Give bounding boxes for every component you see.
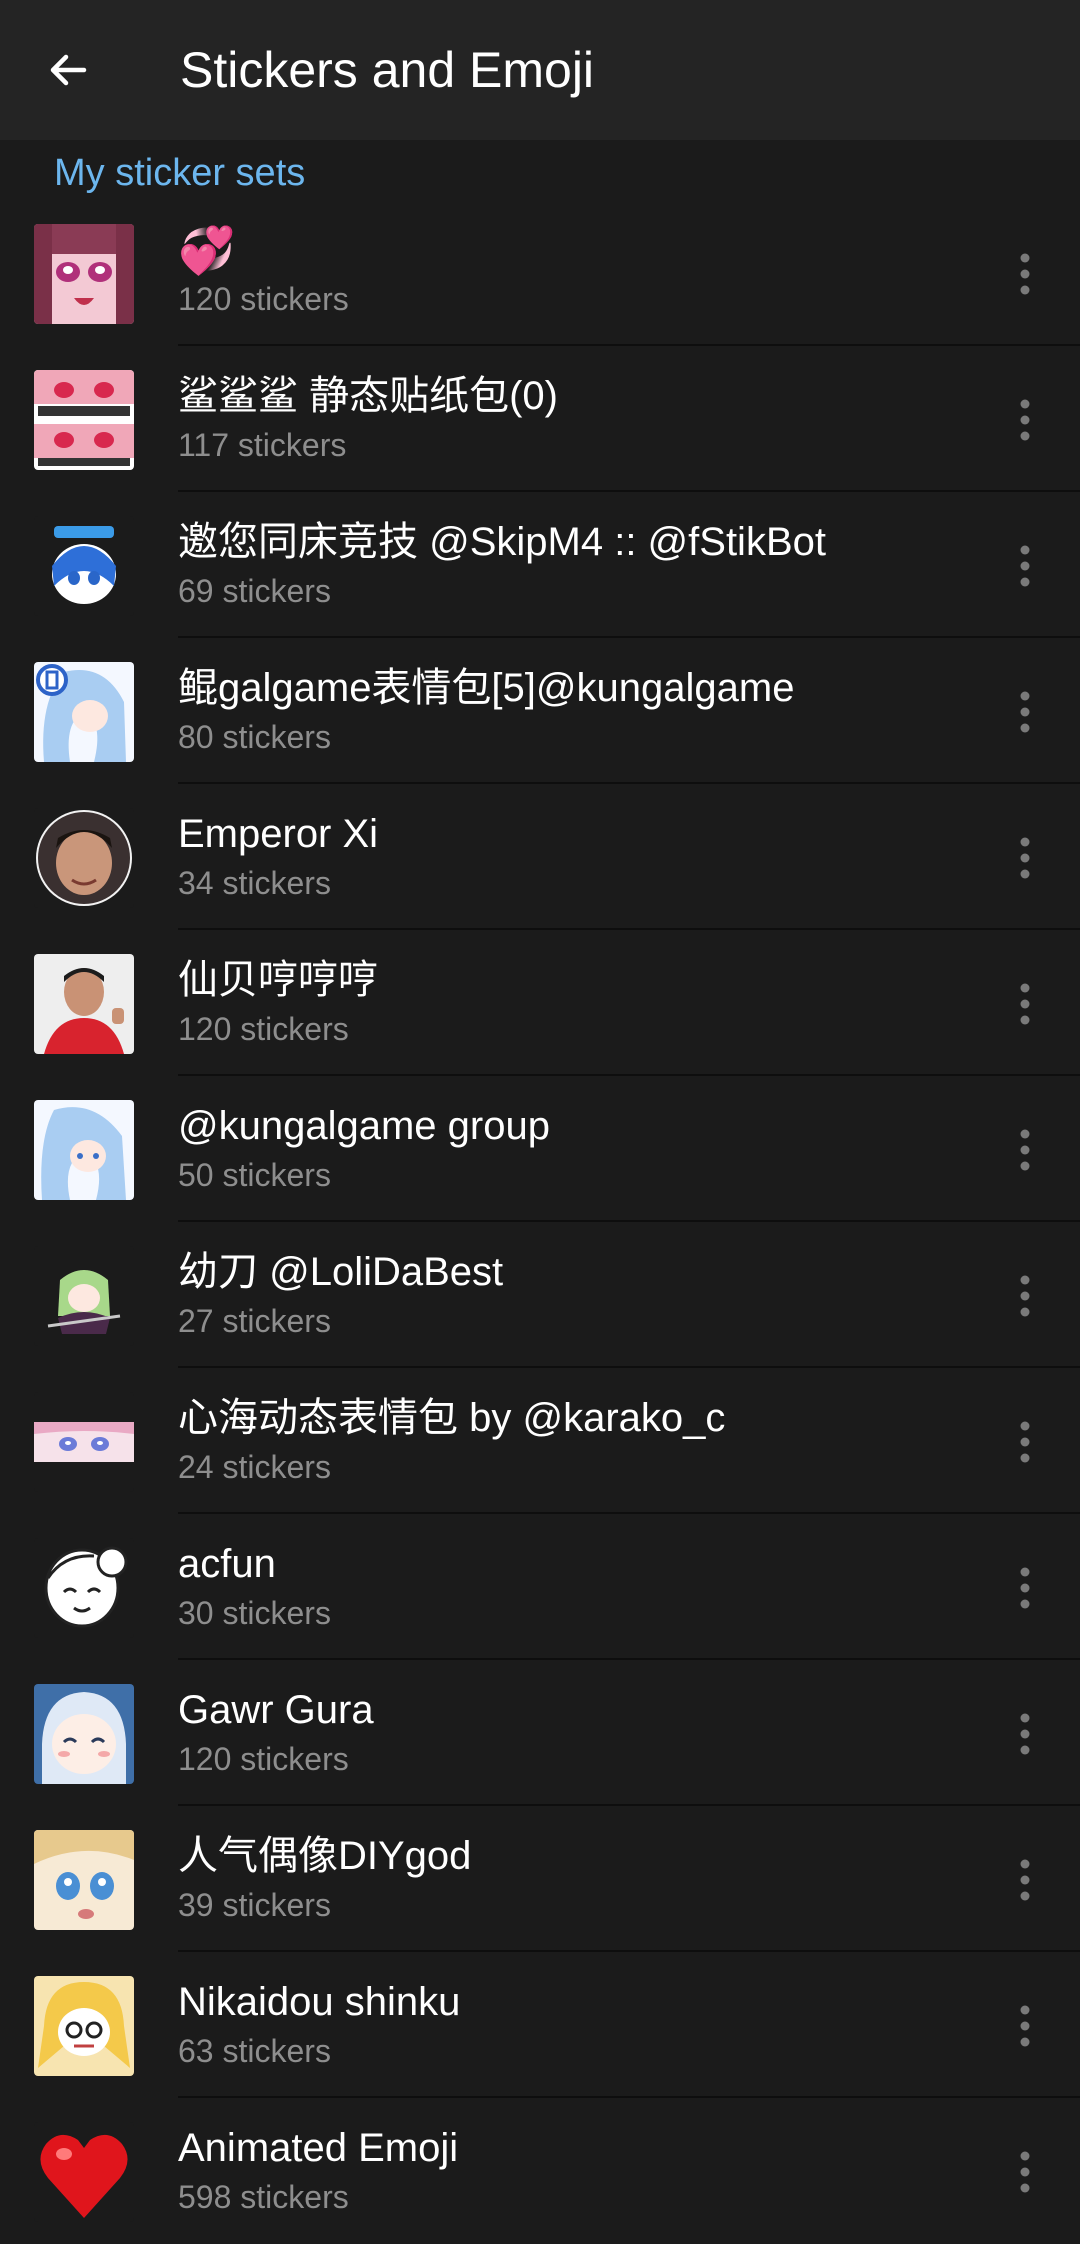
sticker-set-count: 50 stickers: [178, 1157, 331, 1193]
sticker-set-count: 39 stickers: [178, 1887, 331, 1923]
sticker-set-count: 69 stickers: [178, 573, 331, 609]
more-vertical-icon: [1020, 837, 1030, 879]
more-vertical-icon: [1020, 253, 1030, 295]
sticker-set-name: acfun: [178, 1542, 276, 1586]
more-options-button[interactable]: [990, 1256, 1060, 1336]
more-vertical-icon: [1020, 691, 1030, 733]
sticker-set-thumbnail: [34, 1538, 134, 1638]
sticker-set-name: 仙贝哼哼哼: [178, 958, 378, 1002]
sticker-set-name: Emperor Xi: [178, 812, 379, 856]
sticker-set-count: 27 stickers: [178, 1303, 331, 1339]
sticker-set-name: @kungalgame group: [178, 1104, 550, 1148]
sticker-set-thumbnail: [34, 1830, 134, 1930]
sticker-set-thumbnail: [34, 2122, 134, 2222]
sticker-set-row[interactable]: Nikaidou shinku 63 stickers: [0, 1952, 1080, 2098]
more-options-button[interactable]: [990, 1840, 1060, 1920]
more-options-button[interactable]: [990, 526, 1060, 606]
sticker-set-row[interactable]: 幼刀 @LoliDaBest 27 stickers: [0, 1222, 1080, 1368]
sticker-set-thumbnail: [34, 516, 134, 616]
sticker-set-row[interactable]: Animated Emoji 598 stickers: [0, 2098, 1080, 2244]
more-vertical-icon: [1020, 1275, 1030, 1317]
sticker-set-row[interactable]: @kungalgame group 50 stickers: [0, 1076, 1080, 1222]
arrow-left-icon: [50, 54, 87, 86]
more-vertical-icon: [1020, 1859, 1030, 1901]
sticker-set-row[interactable]: 💞 120 stickers: [0, 200, 1080, 346]
more-options-button[interactable]: [990, 2132, 1060, 2212]
more-options-button[interactable]: [990, 1548, 1060, 1628]
sticker-set-thumbnail: [34, 1100, 134, 1200]
sticker-set-row[interactable]: 邀您同床竞技 @SkipM4 :: @fStikBot 69 stickers: [0, 492, 1080, 638]
sticker-set-count: 63 stickers: [178, 2033, 331, 2069]
sticker-set-thumbnail: [34, 954, 134, 1054]
sticker-set-name: 鲨鲨鲨 静态贴纸包(0): [178, 374, 558, 418]
app-bar: Stickers and Emoji: [0, 0, 1080, 140]
more-options-button[interactable]: [990, 1694, 1060, 1774]
sticker-set-thumbnail: [34, 662, 134, 762]
more-options-button[interactable]: [990, 234, 1060, 314]
more-options-button[interactable]: [990, 818, 1060, 898]
more-options-button[interactable]: [990, 1402, 1060, 1482]
sticker-set-row[interactable]: 心海动态表情包 by @karako_c 24 stickers: [0, 1368, 1080, 1514]
more-vertical-icon: [1020, 2151, 1030, 2193]
more-vertical-icon: [1020, 1713, 1030, 1755]
more-options-button[interactable]: [990, 672, 1060, 752]
sticker-set-count: 80 stickers: [178, 719, 331, 755]
sticker-set-thumbnail: [34, 1684, 134, 1784]
sticker-set-thumbnail: [34, 1392, 134, 1492]
sticker-set-row[interactable]: 人气偶像DIYgod 39 stickers: [0, 1806, 1080, 1952]
sticker-set-name: Nikaidou shinku: [178, 1980, 461, 2024]
more-vertical-icon: [1020, 1567, 1030, 1609]
sticker-set-name: 💞: [178, 224, 236, 276]
sticker-set-name: Gawr Gura: [178, 1688, 374, 1732]
more-vertical-icon: [1020, 1129, 1030, 1171]
more-options-button[interactable]: [990, 964, 1060, 1044]
more-options-button[interactable]: [990, 1110, 1060, 1190]
sticker-set-thumbnail: [34, 224, 134, 324]
page-title: Stickers and Emoji: [180, 42, 595, 98]
sticker-set-count: 24 stickers: [178, 1449, 331, 1485]
sticker-set-count: 117 stickers: [178, 427, 347, 463]
more-vertical-icon: [1020, 983, 1030, 1025]
back-button[interactable]: [24, 26, 112, 114]
sticker-set-row[interactable]: Emperor Xi 34 stickers: [0, 784, 1080, 930]
sticker-set-name: 邀您同床竞技 @SkipM4 :: @fStikBot: [178, 520, 826, 564]
sticker-set-row[interactable]: Gawr Gura 120 stickers: [0, 1660, 1080, 1806]
sticker-set-row[interactable]: acfun 30 stickers: [0, 1514, 1080, 1660]
sticker-set-count: 120 stickers: [178, 1741, 349, 1777]
sticker-set-thumbnail: [34, 1976, 134, 2076]
more-vertical-icon: [1020, 2005, 1030, 2047]
sticker-set-count: 120 stickers: [178, 281, 349, 317]
sticker-set-row[interactable]: 鲲galgame表情包[5]@kungalgame 80 stickers: [0, 638, 1080, 784]
sticker-set-name: Animated Emoji: [178, 2126, 459, 2170]
section-header-my-sticker-sets: My sticker sets: [54, 152, 306, 194]
sticker-set-count: 34 stickers: [178, 865, 331, 901]
sticker-set-thumbnail: [34, 1246, 134, 1346]
sticker-set-row[interactable]: 仙贝哼哼哼 120 stickers: [0, 930, 1080, 1076]
sticker-set-name: 鲲galgame表情包[5]@kungalgame: [178, 666, 795, 710]
sticker-set-row[interactable]: 鲨鲨鲨 静态贴纸包(0) 117 stickers: [0, 346, 1080, 492]
more-options-button[interactable]: [990, 1986, 1060, 2066]
sticker-set-count: 598 stickers: [178, 2179, 349, 2215]
more-vertical-icon: [1020, 1421, 1030, 1463]
sticker-set-name: 幼刀 @LoliDaBest: [178, 1250, 504, 1294]
sticker-set-count: 120 stickers: [178, 1011, 349, 1047]
more-vertical-icon: [1020, 399, 1030, 441]
sticker-set-count: 30 stickers: [178, 1595, 331, 1631]
sticker-set-thumbnail: [34, 808, 134, 908]
more-options-button[interactable]: [990, 380, 1060, 460]
more-vertical-icon: [1020, 545, 1030, 587]
sticker-set-name: 心海动态表情包 by @karako_c: [178, 1396, 726, 1440]
sticker-set-name: 人气偶像DIYgod: [178, 1834, 472, 1878]
sticker-set-thumbnail: [34, 370, 134, 470]
